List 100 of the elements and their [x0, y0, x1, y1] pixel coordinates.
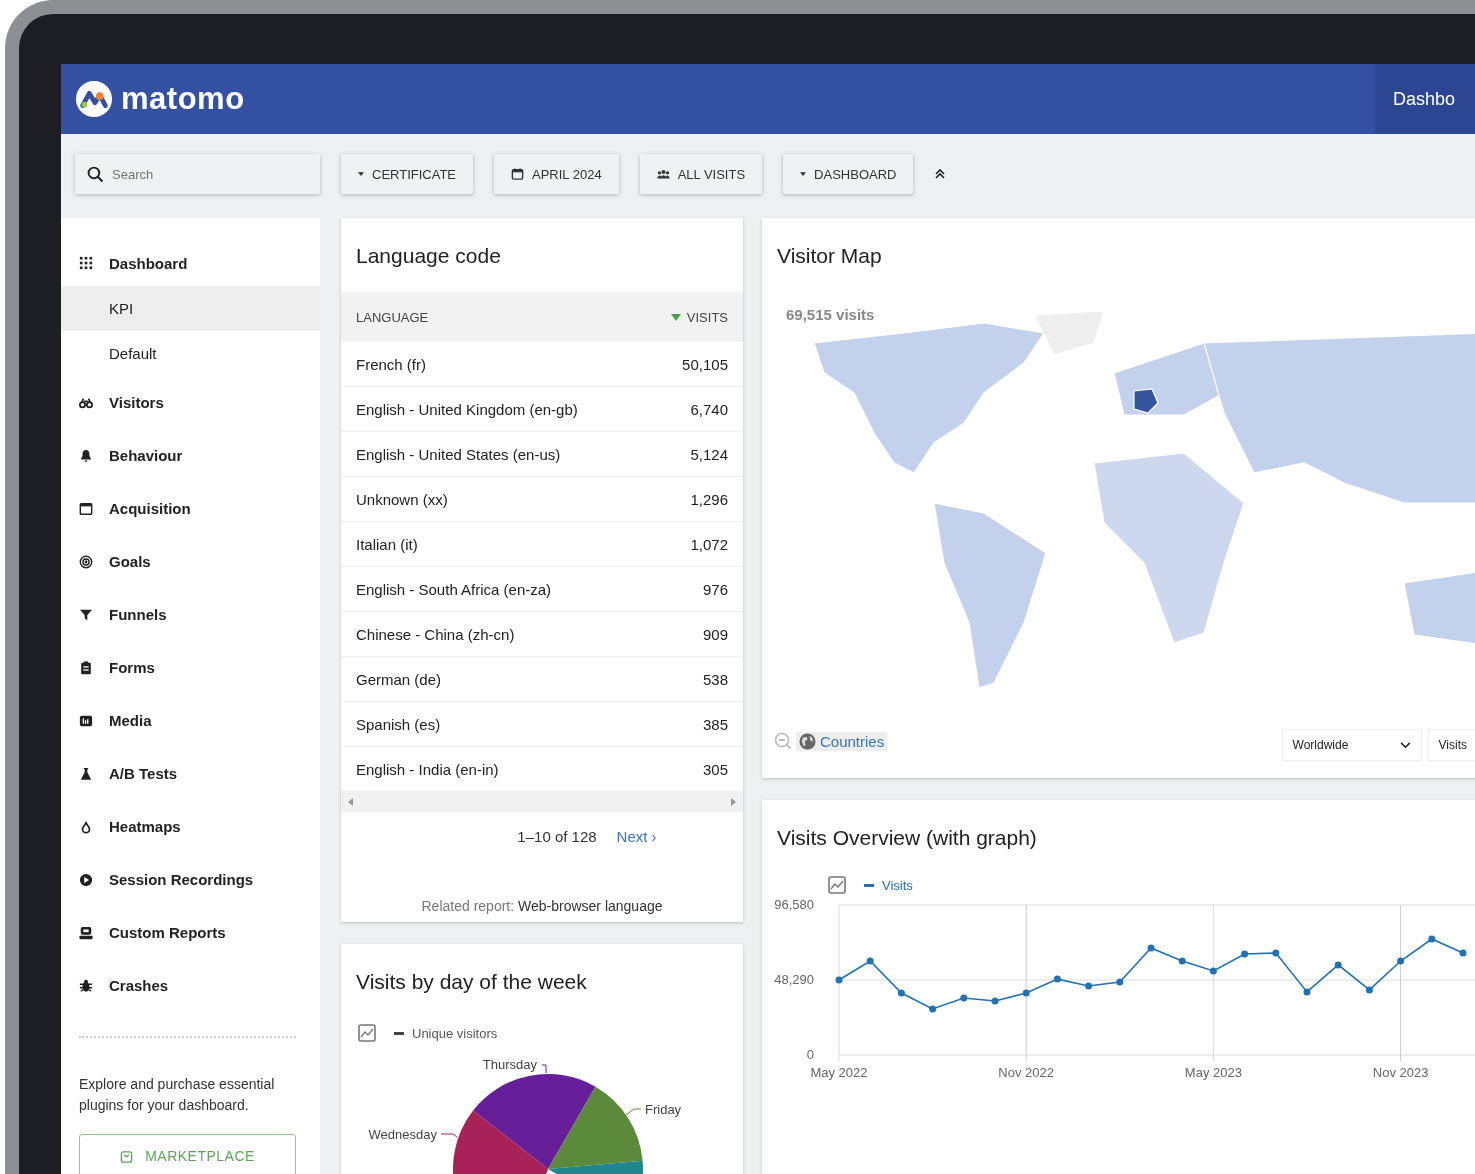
card-title: Visitor Map	[776, 243, 883, 269]
axis-label: 0	[806, 1047, 814, 1062]
table-row[interactable]: English - South Africa (en-za) 976	[341, 567, 743, 612]
data-point[interactable]	[1147, 944, 1155, 952]
sidebar-subitem[interactable]: KPI	[61, 286, 320, 331]
table-row[interactable]: German (de) 538	[341, 657, 743, 702]
sidebar-item[interactable]: Acquisition	[61, 482, 320, 535]
data-point[interactable]	[1116, 978, 1124, 986]
table-cell: 305	[702, 760, 728, 778]
table-cell: English - United Kingdom (en-gb)	[356, 400, 578, 418]
related-report-link[interactable]: Web-browser language	[518, 898, 663, 914]
data-point[interactable]	[991, 997, 999, 1005]
table-cell: English - South Africa (en-za)	[356, 580, 552, 598]
logo-text[interactable]: matomo	[121, 81, 245, 117]
table-cell: English - United States (en-us)	[356, 445, 561, 463]
slice-label: Thursday	[482, 1057, 537, 1072]
table-cell: German (de)	[356, 670, 442, 688]
table-cell: Unknown (xx)	[356, 490, 448, 508]
data-point[interactable]	[1178, 957, 1186, 965]
table-cell: 976	[702, 580, 728, 598]
nav-link[interactable]: Dashbo	[1374, 64, 1475, 134]
table-cell: 1,072	[690, 535, 728, 553]
axis-label: 48,290	[774, 972, 814, 987]
play-icon	[79, 872, 93, 887]
region-select[interactable]: Worldwide	[1281, 729, 1422, 761]
toolbar-button[interactable]: CERTIFICATE	[341, 154, 474, 194]
data-point[interactable]	[1022, 989, 1030, 997]
legend-label: Visits	[882, 877, 913, 893]
data-point[interactable]	[1459, 949, 1467, 957]
table-cell: 5,124	[690, 445, 728, 463]
data-point[interactable]	[1053, 975, 1061, 983]
table-cell: 6,740	[690, 400, 728, 418]
column-header[interactable]: LANGUAGE	[356, 309, 429, 325]
toolbar-button[interactable]: APRIL 2024	[494, 154, 619, 194]
table-row[interactable]: Chinese - China (zh-cn) 909	[341, 612, 743, 657]
data-point[interactable]	[1272, 949, 1280, 957]
bell-icon	[79, 448, 93, 463]
graph-icon[interactable]	[358, 1024, 376, 1042]
leader-line	[625, 1108, 642, 1116]
toolbar-button[interactable]: ALL VISITS	[639, 154, 763, 194]
table-cell: French (fr)	[356, 355, 426, 373]
table-row[interactable]: Italian (it) 1,072	[341, 522, 743, 567]
axis-label: Nov 2022	[998, 1065, 1055, 1080]
level-link[interactable]: Countries	[796, 731, 888, 751]
search-field[interactable]: Search	[75, 154, 320, 194]
search-input[interactable]: Search	[110, 165, 304, 183]
data-point[interactable]	[835, 976, 843, 984]
sidebar-item[interactable]: Heatmaps	[61, 800, 320, 853]
graph-icon[interactable]	[828, 876, 846, 894]
toolbar-button[interactable]: DASHBOARD	[783, 154, 914, 194]
data-point[interactable]	[866, 957, 874, 965]
sidebar-item[interactable]: Dashboard	[61, 240, 320, 286]
data-point[interactable]	[1428, 935, 1436, 943]
data-point[interactable]	[1209, 967, 1217, 975]
table-row[interactable]: English - United States (en-us) 5,124	[341, 432, 743, 477]
data-point[interactable]	[1334, 961, 1342, 969]
sidebar-item[interactable]: A/B Tests	[61, 747, 320, 800]
table-row[interactable]: Unknown (xx) 1,296	[341, 477, 743, 522]
collapse-icon[interactable]	[934, 168, 947, 180]
card-title: Visits by day of the week	[355, 969, 588, 995]
data-point[interactable]	[960, 994, 968, 1002]
axis-label: Nov 2023	[1372, 1065, 1429, 1080]
legend-label: Unique visitors	[412, 1025, 498, 1041]
data-point[interactable]	[1241, 950, 1249, 958]
pagination-range: 1–10 of 128	[517, 828, 597, 847]
metric-select[interactable]: Visits	[1427, 729, 1475, 761]
data-point[interactable]	[1303, 988, 1311, 996]
leader-line	[440, 1133, 458, 1138]
table-cell: English - India (en-in)	[356, 760, 499, 778]
data-point[interactable]	[1397, 957, 1405, 965]
sidebar-item[interactable]: Goals	[61, 535, 320, 588]
sidebar-item[interactable]: Session Recordings	[61, 853, 320, 906]
sidebar-subitem[interactable]: Default	[61, 331, 320, 376]
caret-icon	[358, 172, 364, 176]
sidebar-item[interactable]: Funnels	[61, 588, 320, 641]
data-point[interactable]	[897, 989, 905, 997]
flask-icon	[79, 766, 93, 781]
sidebar-item[interactable]: Crashes	[61, 959, 320, 1012]
sidebar-item[interactable]: Behaviour	[61, 429, 320, 482]
data-point[interactable]	[1085, 982, 1093, 990]
sidebar-item[interactable]: Forms	[61, 641, 320, 694]
table-row[interactable]: French (fr) 50,105	[341, 342, 743, 387]
window-icon	[79, 501, 93, 516]
table-cell: 909	[702, 625, 728, 643]
column-header[interactable]: VISITS	[670, 309, 728, 325]
data-point[interactable]	[1365, 986, 1373, 994]
table-row[interactable]: English - United Kingdom (en-gb) 6,740	[341, 387, 743, 432]
table-row[interactable]: Spanish (es) 385	[341, 702, 743, 747]
sidebar-item[interactable]: Media	[61, 694, 320, 747]
data-point[interactable]	[929, 1005, 937, 1013]
table-cell: 50,105	[682, 355, 728, 373]
sidebar-item[interactable]: Visitors	[61, 376, 320, 429]
table-cell: Chinese - China (zh-cn)	[356, 625, 515, 643]
bag-icon	[120, 1149, 134, 1163]
next-link[interactable]: Next ›	[616, 828, 657, 858]
chevron-down-icon	[1399, 741, 1411, 749]
sidebar-item[interactable]: Custom Reports	[61, 906, 320, 959]
users-icon	[656, 168, 670, 180]
table-cell: 385	[702, 715, 728, 733]
caret-icon	[800, 172, 807, 176]
